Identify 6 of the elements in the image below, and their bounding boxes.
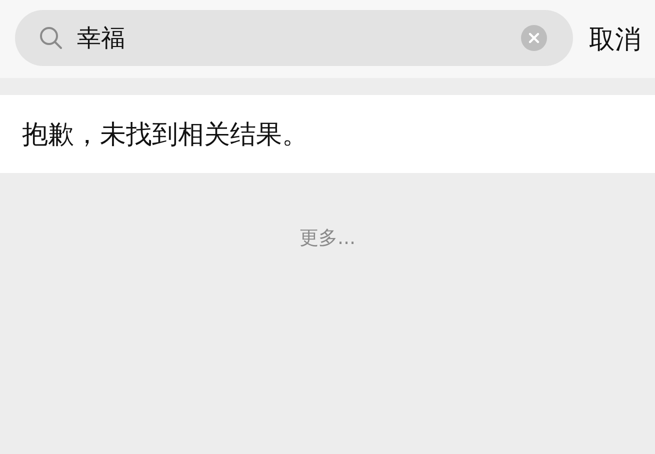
search-icon <box>39 26 63 50</box>
search-input[interactable]: 幸福 <box>77 24 507 52</box>
clear-icon[interactable] <box>521 25 547 51</box>
search-field[interactable]: 幸福 <box>15 10 573 66</box>
cancel-button[interactable]: 取消 <box>589 22 641 56</box>
no-results-message: 抱歉，未找到相关结果。 <box>22 118 308 152</box>
